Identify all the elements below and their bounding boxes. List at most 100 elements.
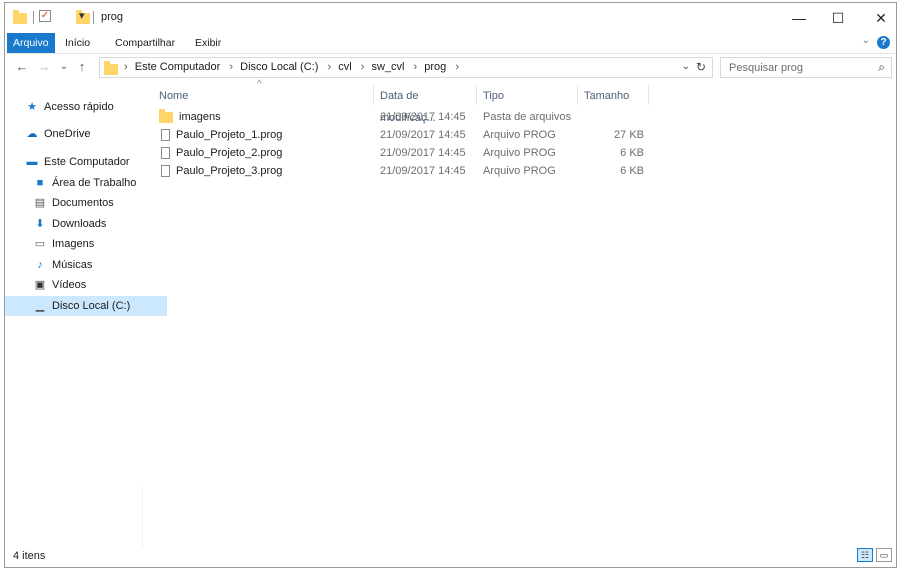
- properties-icon[interactable]: ✓: [39, 10, 51, 22]
- breadcrumb-separator[interactable]: ›: [327, 61, 331, 73]
- divider: [142, 487, 143, 547]
- file-icon: [161, 165, 170, 178]
- window-title: prog: [101, 11, 124, 23]
- video-icon: ▣: [34, 279, 46, 292]
- breadcrumb-separator[interactable]: ›: [229, 61, 233, 73]
- breadcrumb-item[interactable]: cvl: [338, 61, 351, 73]
- file-icon: [161, 147, 170, 160]
- address-dropdown-icon[interactable]: ⌄: [682, 61, 690, 72]
- sidebar-item-musicas[interactable]: ♪ Músicas: [5, 255, 167, 275]
- download-icon: ⬇: [35, 218, 45, 231]
- maximize-button[interactable]: ☐: [815, 3, 861, 33]
- sidebar-item-label: Área de Trabalho: [52, 177, 137, 189]
- file-date: 21/09/2017 14:45: [380, 111, 466, 123]
- customize-toolbar-icon[interactable]: ▾: [79, 9, 85, 25]
- table-row[interactable]: Paulo_Projeto_3.prog 21/09/2017 14:45 Ar…: [153, 162, 653, 180]
- breadcrumb-item[interactable]: Disco Local (C:): [240, 61, 318, 73]
- file-date: 21/09/2017 14:45: [380, 129, 466, 141]
- sidebar-item-label: Músicas: [52, 259, 93, 271]
- sidebar-item-label: OneDrive: [44, 128, 91, 140]
- column-header-size[interactable]: Tamanho: [578, 85, 648, 107]
- sidebar-item-label: Este Computador: [44, 156, 130, 168]
- sidebar-item-acesso-rapido[interactable]: ★ Acesso rápido: [5, 97, 159, 117]
- forward-button[interactable]: →: [35, 58, 53, 76]
- file-size: 27 KB: [614, 129, 644, 141]
- explorer-window: ✓ ▾ prog — ☐ ✕ Arquivo Início Compartilh…: [4, 2, 897, 568]
- up-button[interactable]: ↑: [73, 58, 91, 76]
- breadcrumb-separator: ›: [124, 61, 128, 73]
- sidebar-item-label: Disco Local (C:): [52, 300, 131, 312]
- sidebar-item-label: Acesso rápido: [44, 101, 114, 113]
- file-name: Paulo_Projeto_1.prog: [176, 129, 283, 141]
- large-icons-view-button[interactable]: ▭: [876, 548, 892, 562]
- tab-compartilhar[interactable]: Compartilhar: [109, 33, 181, 53]
- sidebar-item-label: Downloads: [52, 218, 107, 230]
- file-date: 21/09/2017 14:45: [380, 147, 466, 159]
- breadcrumb-separator[interactable]: ›: [455, 61, 459, 73]
- table-row[interactable]: Paulo_Projeto_1.prog 21/09/2017 14:45 Ar…: [153, 126, 653, 144]
- details-view-button[interactable]: ☷: [857, 548, 873, 562]
- computer-icon: ▬: [26, 156, 38, 169]
- recent-locations-button[interactable]: ⌄: [55, 58, 73, 76]
- column-header-name[interactable]: Nome: [153, 85, 373, 107]
- sidebar-item-label: Imagens: [52, 238, 95, 250]
- pictures-icon: ▭: [34, 238, 46, 251]
- breadcrumb-item[interactable]: prog: [424, 61, 446, 73]
- tab-inicio[interactable]: Início: [59, 33, 96, 53]
- close-button[interactable]: ✕: [858, 3, 901, 33]
- folder-icon: [13, 10, 27, 24]
- help-icon[interactable]: ?: [877, 36, 890, 49]
- column-divider[interactable]: [648, 85, 649, 105]
- expand-ribbon-icon[interactable]: ⌄: [862, 35, 870, 46]
- file-name: Paulo_Projeto_2.prog: [176, 147, 283, 159]
- sidebar-item-label: Vídeos: [52, 279, 87, 291]
- status-bar: 4 itens ☷ ▭: [5, 545, 896, 567]
- address-bar[interactable]: › Este Computador › Disco Local (C:) › c…: [99, 57, 713, 78]
- file-size: 6 KB: [620, 147, 644, 159]
- file-type: Pasta de arquivos: [483, 111, 572, 123]
- refresh-icon[interactable]: ↻: [696, 60, 706, 74]
- breadcrumb-separator[interactable]: ›: [361, 61, 365, 73]
- sidebar-item-downloads[interactable]: ⬇ Downloads: [5, 214, 167, 234]
- file-date: 21/09/2017 14:45: [380, 165, 466, 177]
- column-header-type[interactable]: Tipo: [477, 85, 577, 107]
- breadcrumb-separator[interactable]: ›: [414, 61, 418, 73]
- sidebar-item-imagens[interactable]: ▭ Imagens: [5, 234, 167, 254]
- divider: [93, 11, 94, 24]
- column-header-date[interactable]: Data de modificaç...: [374, 85, 476, 124]
- sidebar-item-videos[interactable]: ▣ Vídeos: [5, 275, 167, 295]
- file-type: Arquivo PROG: [483, 165, 556, 177]
- navigation-bar: ← → ⌄ ↑ › Este Computador › Disco Local …: [5, 56, 896, 80]
- file-size: 6 KB: [620, 165, 644, 177]
- sidebar-item-este-computador[interactable]: ▬ Este Computador: [5, 152, 159, 172]
- file-type: Arquivo PROG: [483, 129, 556, 141]
- desktop-icon: ■: [36, 177, 44, 190]
- back-button[interactable]: ←: [13, 58, 31, 76]
- file-icon: [161, 129, 170, 142]
- sidebar-item-label: Documentos: [52, 197, 114, 209]
- title-bar: ✓ ▾ prog — ☐ ✕: [5, 3, 896, 33]
- search-icon[interactable]: ⌕: [878, 60, 885, 75]
- breadcrumb-item[interactable]: Este Computador: [135, 61, 221, 73]
- tab-arquivo[interactable]: Arquivo: [7, 33, 55, 53]
- tab-exibir[interactable]: Exibir: [189, 33, 227, 53]
- folder-icon: [104, 61, 118, 75]
- sidebar-item-documentos[interactable]: ▤ Documentos: [5, 193, 167, 213]
- music-icon: ♪: [37, 259, 43, 272]
- navigation-pane: ★ Acesso rápido ☁ OneDrive ▬ Este Computado…: [5, 87, 167, 547]
- breadcrumb-item[interactable]: sw_cvl: [371, 61, 404, 73]
- file-type: Arquivo PROG: [483, 147, 556, 159]
- divider: [33, 11, 34, 24]
- cloud-icon: ☁: [26, 128, 38, 141]
- sidebar-item-onedrive[interactable]: ☁ OneDrive: [5, 124, 159, 144]
- table-row[interactable]: imagens 21/09/2017 14:45 Pasta de arquiv…: [153, 108, 653, 126]
- search-input[interactable]: Pesquisar prog ⌕: [720, 57, 892, 78]
- ribbon: Arquivo Início Compartilhar Exibir ⌄ ?: [5, 33, 896, 54]
- search-placeholder: Pesquisar prog: [729, 62, 803, 74]
- folder-icon: [159, 108, 173, 123]
- item-count: 4 itens: [13, 550, 46, 562]
- table-row[interactable]: Paulo_Projeto_2.prog 21/09/2017 14:45 Ar…: [153, 144, 653, 162]
- breadcrumb: › Este Computador › Disco Local (C:) › c…: [122, 61, 463, 73]
- sidebar-item-disco-local[interactable]: ▁ Disco Local (C:): [5, 296, 167, 316]
- sidebar-item-area-de-trabalho[interactable]: ■ Área de Trabalho: [5, 173, 167, 193]
